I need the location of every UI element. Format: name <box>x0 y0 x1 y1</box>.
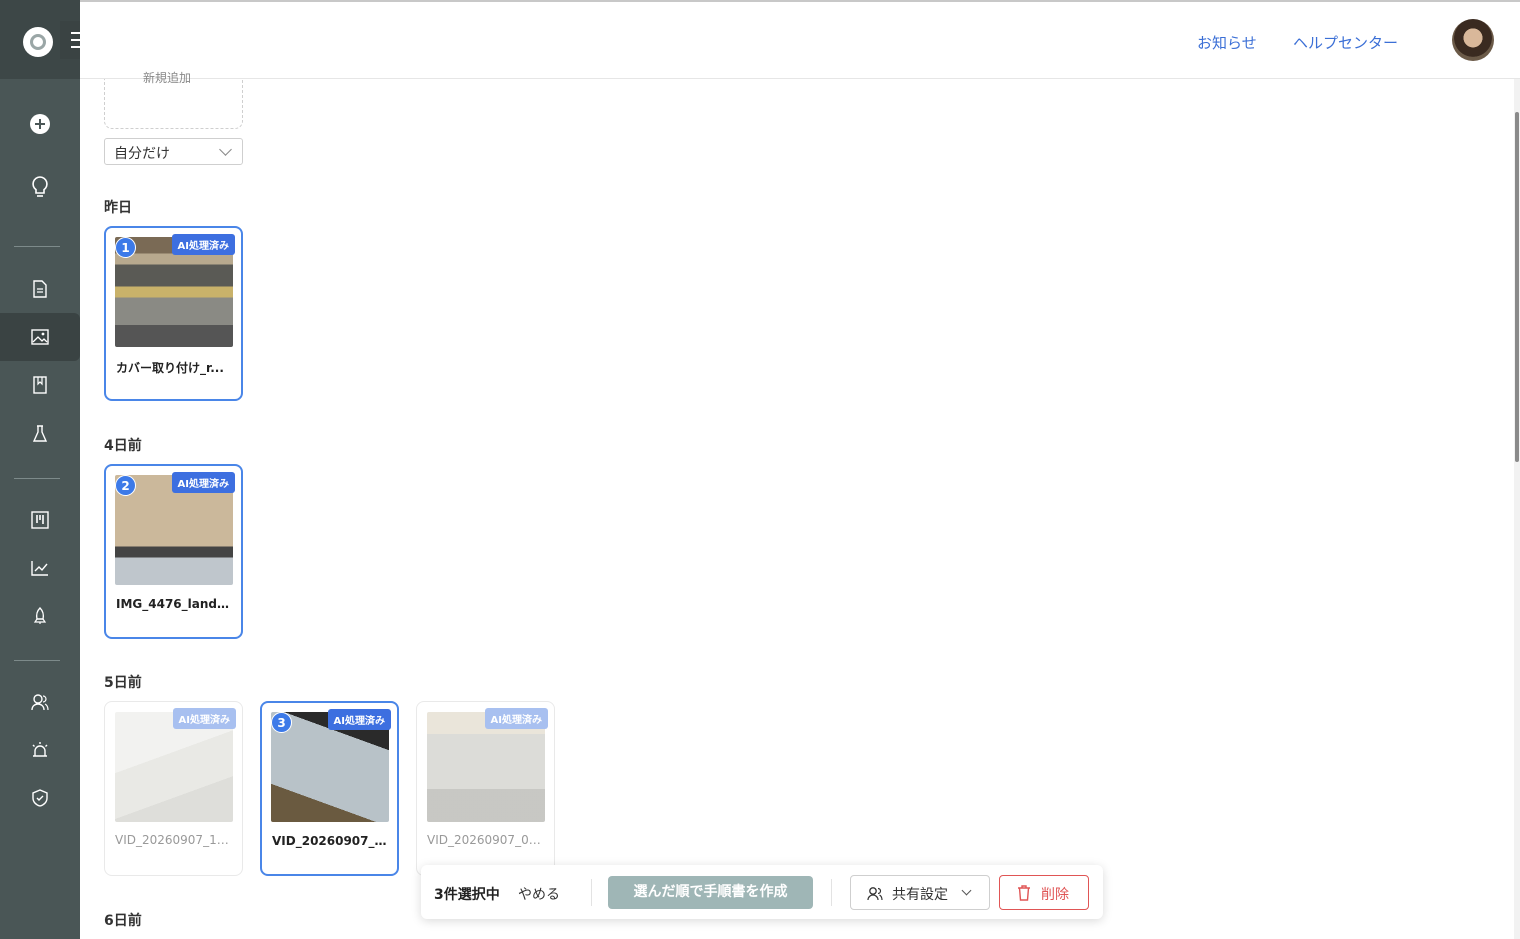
media-card[interactable]: AI処理済み 1 カバー取り付け_r... <box>104 226 243 401</box>
help-center-link[interactable]: ヘルプセンター <box>1293 32 1398 53</box>
plus-circle-icon <box>30 114 50 134</box>
line-chart-icon <box>31 561 48 576</box>
section-heading: 6日前 <box>104 913 142 929</box>
media-card[interactable]: AI処理済み 2 IMG_4476_landsc... <box>104 464 243 639</box>
rocket-icon <box>33 607 47 624</box>
ai-processed-badge: AI処理済み <box>171 234 235 255</box>
chevron-down-icon <box>961 885 972 896</box>
users-icon <box>867 887 883 901</box>
sidebar-item-documents[interactable] <box>0 265 80 313</box>
new-item-label: 新規追加 <box>143 71 192 85</box>
flask-icon <box>32 425 48 442</box>
sidebar-divider <box>14 246 60 247</box>
media-name: VID_20260907_14... <box>115 833 233 847</box>
create-manual-button[interactable]: 選んだ順で手順書を作成 <box>608 876 813 909</box>
shield-check-icon <box>32 789 48 807</box>
delete-button[interactable]: 削除 <box>999 875 1089 910</box>
ai-processed-badge: AI処理済み <box>172 708 236 729</box>
delete-label: 削除 <box>1041 887 1069 903</box>
document-icon <box>33 280 47 298</box>
media-card[interactable]: AI処理済み 3 VID_20260907_13... <box>260 701 399 876</box>
selection-order-badge: 3 <box>271 712 292 733</box>
book-icon <box>33 376 47 394</box>
sidebar-item-manuals[interactable] <box>0 361 80 409</box>
cancel-selection-button[interactable]: やめる <box>518 884 560 904</box>
sidebar-item-media[interactable] <box>0 313 80 361</box>
ai-processed-badge: AI処理済み <box>484 708 548 729</box>
app-logo[interactable] <box>23 27 53 57</box>
ai-processed-badge: AI処理済み <box>327 709 391 730</box>
sidebar-item-users[interactable] <box>0 678 80 726</box>
owner-filter-value: 自分だけ <box>114 146 170 162</box>
alarm-icon <box>32 742 48 757</box>
user-avatar[interactable] <box>1452 19 1494 61</box>
sidebar-item-add[interactable] <box>0 100 80 148</box>
selection-order-badge: 1 <box>115 237 136 258</box>
media-name: VID_20260907_13... <box>272 834 390 848</box>
media-card[interactable]: AI処理済み VID_20260907_09... <box>416 701 555 876</box>
news-link[interactable]: お知らせ <box>1197 32 1257 53</box>
share-settings-label: 共有設定 <box>892 887 948 903</box>
users-icon <box>31 694 49 711</box>
sidebar-item-analytics[interactable] <box>0 544 80 592</box>
sidebar-item-lab[interactable] <box>0 410 80 458</box>
image-icon <box>31 329 49 345</box>
chevron-down-icon <box>219 143 232 156</box>
selection-order-badge: 2 <box>115 475 136 496</box>
sidebar-divider <box>14 478 60 479</box>
new-item-card[interactable]: 新規追加 <box>104 71 243 129</box>
sidebar-divider <box>14 660 60 661</box>
sidebar-item-alerts[interactable] <box>0 726 80 774</box>
selected-count: 3件選択中 <box>434 887 500 903</box>
section-heading: 5日前 <box>104 675 142 691</box>
media-name: IMG_4476_landsc... <box>116 597 234 611</box>
divider <box>831 879 832 906</box>
sidebar <box>0 0 100 939</box>
share-settings-button[interactable]: 共有設定 <box>850 875 990 910</box>
media-name: VID_20260907_09... <box>427 833 545 847</box>
section-heading: 4日前 <box>104 438 142 454</box>
top-header: お知らせ ヘルプセンター <box>80 2 1520 79</box>
kanban-icon <box>31 511 49 529</box>
media-card[interactable]: AI処理済み VID_20260907_14... <box>104 701 243 876</box>
sidebar-item-board[interactable] <box>0 496 80 544</box>
divider <box>591 879 592 906</box>
media-name: カバー取り付け_r... <box>116 361 224 375</box>
section-heading: 昨日 <box>104 200 132 216</box>
sidebar-item-security[interactable] <box>0 774 80 822</box>
trash-icon <box>1018 885 1030 901</box>
sidebar-item-ideas[interactable] <box>0 163 80 211</box>
sidebar-item-launch[interactable] <box>0 592 80 640</box>
ai-processed-badge: AI処理済み <box>171 472 235 493</box>
scrollbar-thumb[interactable] <box>1515 112 1519 462</box>
lightbulb-icon <box>32 176 48 197</box>
owner-filter-select[interactable]: 自分だけ <box>104 138 243 165</box>
selection-action-bar: 3件選択中 やめる 選んだ順で手順書を作成 共有設定 削除 <box>421 865 1103 919</box>
